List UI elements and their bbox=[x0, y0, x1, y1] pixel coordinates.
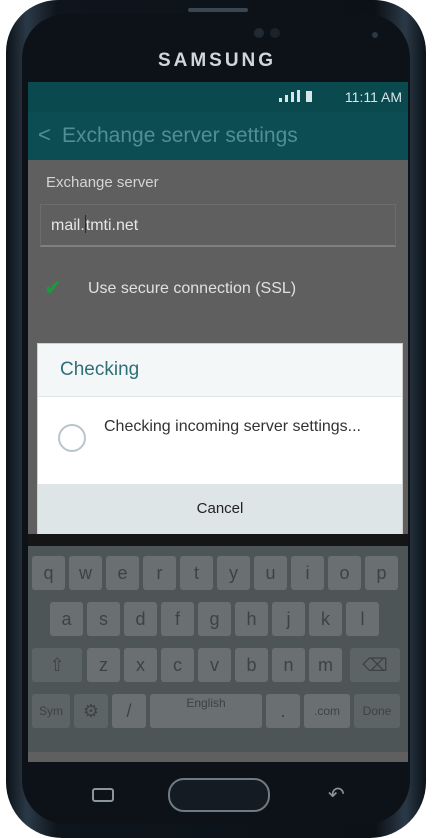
key-z[interactable]: z bbox=[87, 648, 120, 682]
key-w[interactable]: w bbox=[69, 556, 102, 590]
dotcom-key[interactable]: .com bbox=[304, 694, 350, 728]
key-p[interactable]: p bbox=[365, 556, 398, 590]
done-key[interactable]: Done bbox=[354, 694, 400, 728]
dialog-title: Checking bbox=[38, 344, 402, 397]
status-time: 11:11 AM bbox=[344, 89, 402, 105]
exchange-server-label: Exchange server bbox=[46, 174, 159, 191]
key-j[interactable]: j bbox=[272, 602, 305, 636]
key-o[interactable]: o bbox=[328, 556, 361, 590]
hardware-nav-bar: ↶ bbox=[0, 762, 434, 838]
key-v[interactable]: v bbox=[198, 648, 231, 682]
page-title: Exchange server settings bbox=[62, 124, 298, 147]
key-x[interactable]: x bbox=[124, 648, 157, 682]
proximity-sensor bbox=[270, 28, 280, 38]
space-language-label: English bbox=[186, 696, 226, 710]
spinner-icon bbox=[58, 424, 86, 452]
soft-keyboard: q w e r t y u i o p a s d f g h j k l ⇧ … bbox=[28, 546, 408, 752]
key-a[interactable]: a bbox=[50, 602, 83, 636]
key-f[interactable]: f bbox=[161, 602, 194, 636]
key-k[interactable]: k bbox=[309, 602, 342, 636]
status-bar: 11:11 AM bbox=[28, 82, 408, 112]
key-u[interactable]: u bbox=[254, 556, 287, 590]
key-g[interactable]: g bbox=[198, 602, 231, 636]
key-y[interactable]: y bbox=[217, 556, 250, 590]
recent-apps-icon[interactable] bbox=[92, 788, 114, 802]
signal-icon bbox=[279, 90, 312, 102]
key-slash[interactable]: / bbox=[112, 694, 146, 728]
shift-icon[interactable]: ⇧ bbox=[32, 648, 82, 682]
back-arrow-icon[interactable]: < bbox=[38, 122, 51, 148]
sym-key[interactable]: Sym bbox=[32, 694, 70, 728]
checking-dialog: Checking Checking incoming server settin… bbox=[38, 344, 402, 534]
front-camera bbox=[254, 28, 264, 38]
settings-gear-icon[interactable]: ⚙ bbox=[74, 694, 108, 728]
key-i[interactable]: i bbox=[291, 556, 324, 590]
exchange-server-input[interactable]: mail.tmti.net bbox=[40, 204, 396, 247]
keyboard-top-divider bbox=[28, 534, 408, 546]
key-n[interactable]: n bbox=[272, 648, 305, 682]
earpiece-speaker bbox=[188, 8, 248, 12]
key-c[interactable]: c bbox=[161, 648, 194, 682]
key-m[interactable]: m bbox=[309, 648, 342, 682]
ssl-checkbox-label[interactable]: Use secure connection (SSL) bbox=[88, 280, 296, 298]
key-e[interactable]: e bbox=[106, 556, 139, 590]
key-dot[interactable]: . bbox=[266, 694, 300, 728]
key-d[interactable]: d bbox=[124, 602, 157, 636]
dialog-message: Checking incoming server settings... bbox=[104, 418, 361, 435]
exchange-server-value: mail.tmti.net bbox=[51, 215, 139, 234]
key-s[interactable]: s bbox=[87, 602, 120, 636]
key-h[interactable]: h bbox=[235, 602, 268, 636]
app-bar: < Exchange server settings bbox=[28, 112, 408, 160]
cancel-button[interactable]: Cancel bbox=[38, 484, 402, 534]
screen: 11:11 AM < Exchange server settings Exch… bbox=[28, 82, 408, 762]
backspace-icon[interactable]: ⌫ bbox=[350, 648, 400, 682]
brand-logo: SAMSUNG bbox=[157, 50, 277, 71]
home-button-icon[interactable] bbox=[168, 778, 270, 812]
key-t[interactable]: t bbox=[180, 556, 213, 590]
key-q[interactable]: q bbox=[32, 556, 65, 590]
key-r[interactable]: r bbox=[143, 556, 176, 590]
key-l[interactable]: l bbox=[346, 602, 379, 636]
battery-icon bbox=[306, 91, 312, 102]
space-key[interactable]: English bbox=[150, 694, 262, 728]
light-sensor bbox=[372, 32, 378, 38]
checkmark-icon[interactable]: ✔ bbox=[44, 277, 70, 299]
key-b[interactable]: b bbox=[235, 648, 268, 682]
back-nav-icon[interactable]: ↶ bbox=[328, 782, 352, 806]
